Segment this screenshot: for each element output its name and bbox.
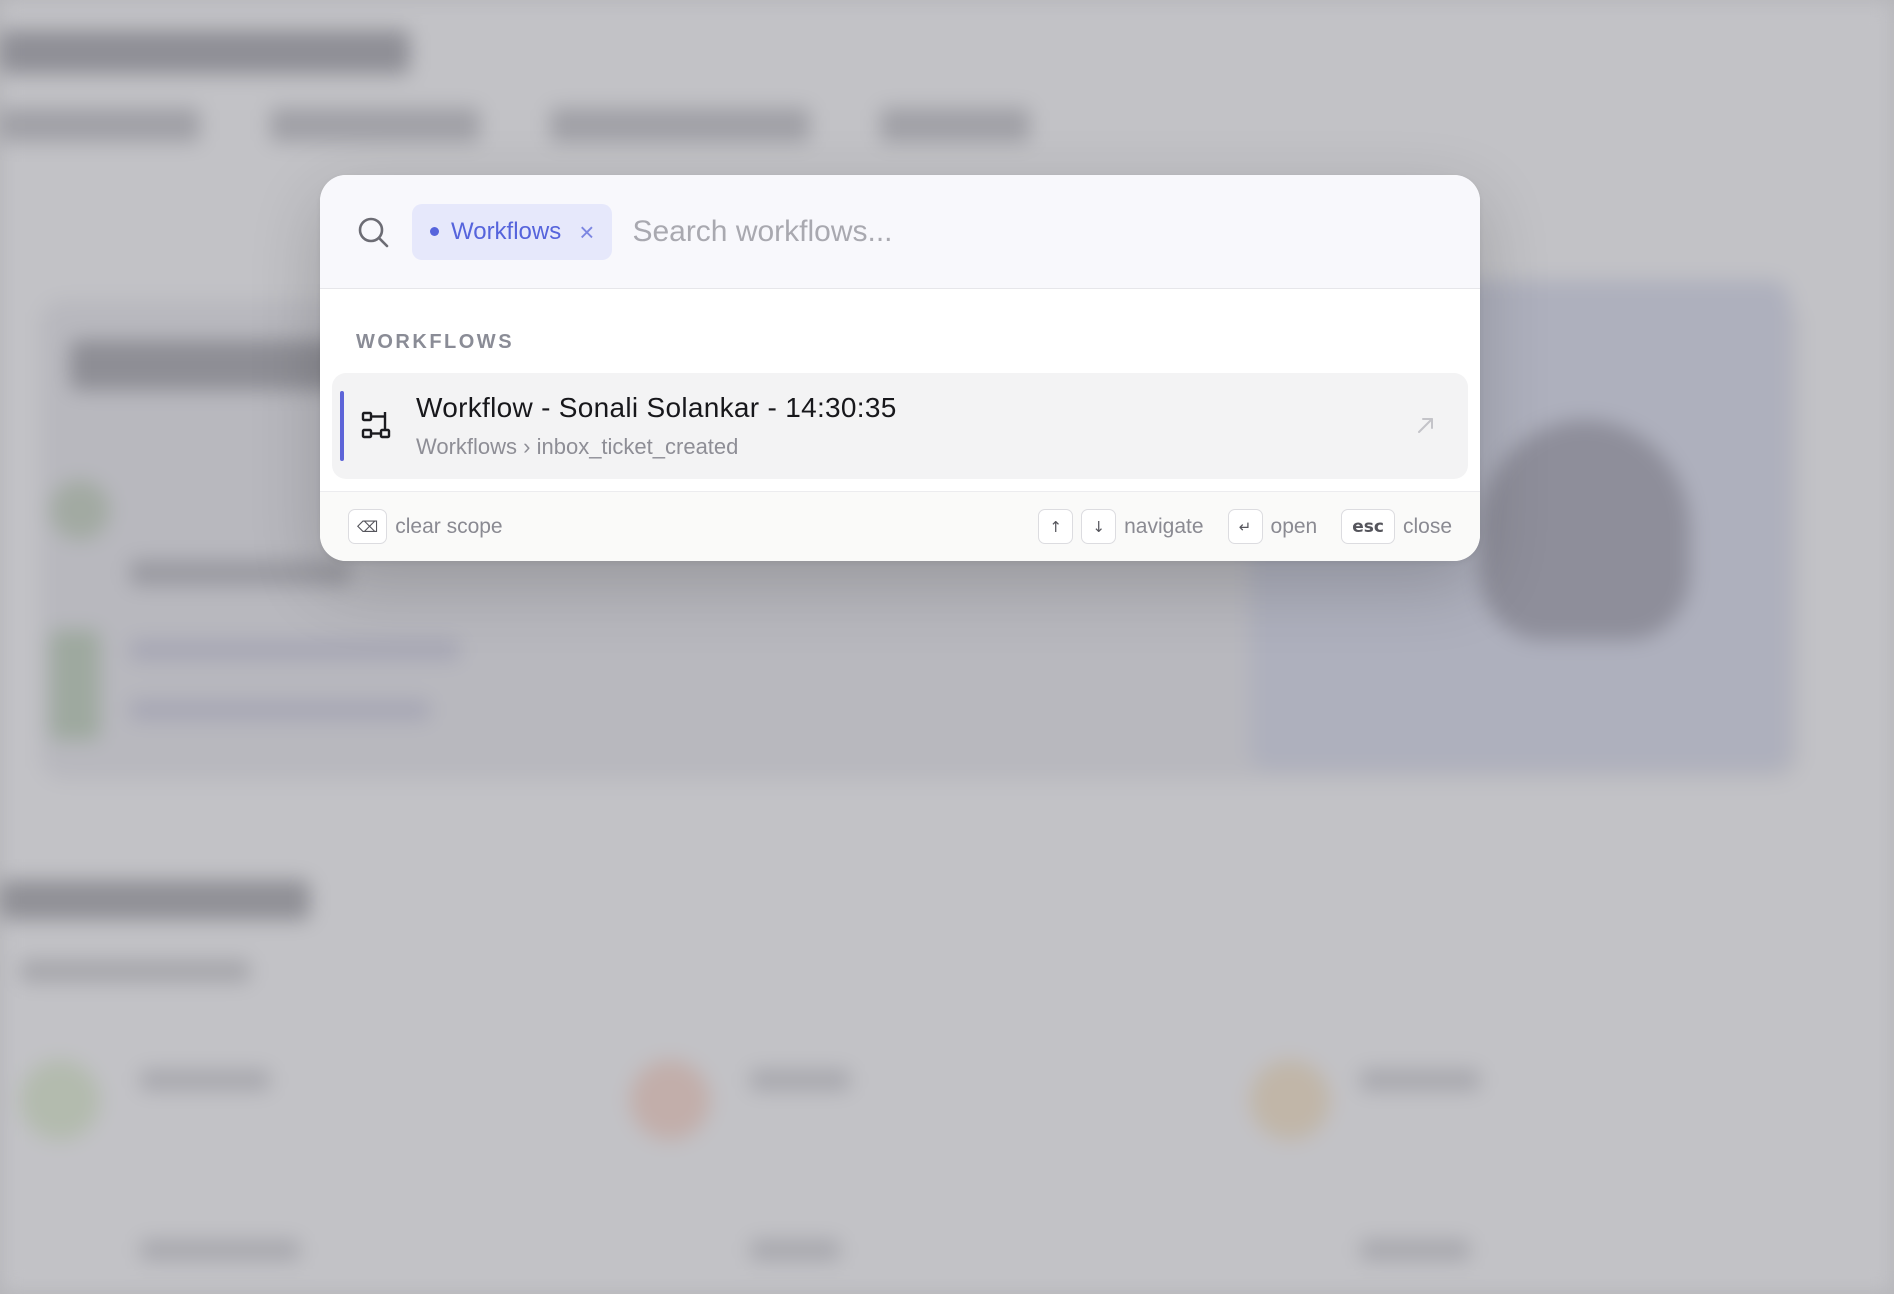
bg-line [750,1070,850,1090]
bg-line [750,1240,840,1260]
bg-tab [880,108,1030,142]
bg-illustration [1480,420,1690,640]
open-external-icon[interactable] [1414,413,1438,437]
bg-line [140,1070,270,1090]
selection-indicator [340,391,344,461]
navigate-hint: navigate [1124,514,1204,538]
bg-line [1360,1070,1480,1090]
bg-placeholder [50,480,110,540]
enter-key: ↵ [1227,509,1263,544]
clear-scope-hint: clear scope [395,514,503,538]
palette-footer: ⌫ clear scope ↑ ↓ navigate ↵ open esc cl… [320,491,1480,561]
bg-line [1360,1240,1470,1260]
bg-placeholder [130,560,350,586]
bg-placeholder [130,640,460,660]
result-text: Workflow - Sonali Solankar - 14:30:35 Wo… [416,392,897,460]
close-hint: close [1402,514,1452,538]
command-palette: Workflows × WORKFLOWS Workflow - Sonali … [320,175,1480,561]
search-input[interactable] [632,214,1444,249]
search-icon [358,217,389,247]
result-title: Workflow - Sonali Solankar - 14:30:35 [416,392,897,423]
bg-tab [550,108,810,142]
results-list: WORKFLOWS Workflow - Sonali Solankar - 1… [320,289,1480,479]
workflow-icon [361,411,391,439]
scope-dot-icon [430,227,439,236]
bg-tab [270,108,480,142]
open-hint: open [1270,514,1318,538]
bg-page-title [0,30,410,74]
section-label: WORKFLOWS [356,331,515,353]
arrow-down-key: ↓ [1081,509,1117,544]
search-bar: Workflows × [320,175,1480,289]
remove-scope-icon[interactable]: × [579,219,594,245]
bg-section-title [0,880,310,920]
bg-placeholder [50,630,100,740]
result-item[interactable]: Workflow - Sonali Solankar - 14:30:35 Wo… [332,373,1468,479]
arrow-up-key: ↑ [1038,509,1074,544]
bg-tab [0,108,200,142]
bg-avatar [20,1060,100,1140]
bg-avatar [1250,1060,1330,1140]
bg-line [140,1240,300,1260]
escape-key: esc [1341,509,1395,544]
result-path: Workflows › inbox_ticket_created [416,434,739,459]
bg-section-subtitle [20,960,250,982]
scope-chip: Workflows × [412,203,613,260]
bg-placeholder [70,340,350,390]
backspace-key: ⌫ [348,509,388,544]
bg-placeholder [130,700,430,720]
bg-avatar [630,1060,710,1140]
scope-chip-label: Workflows [451,217,562,245]
